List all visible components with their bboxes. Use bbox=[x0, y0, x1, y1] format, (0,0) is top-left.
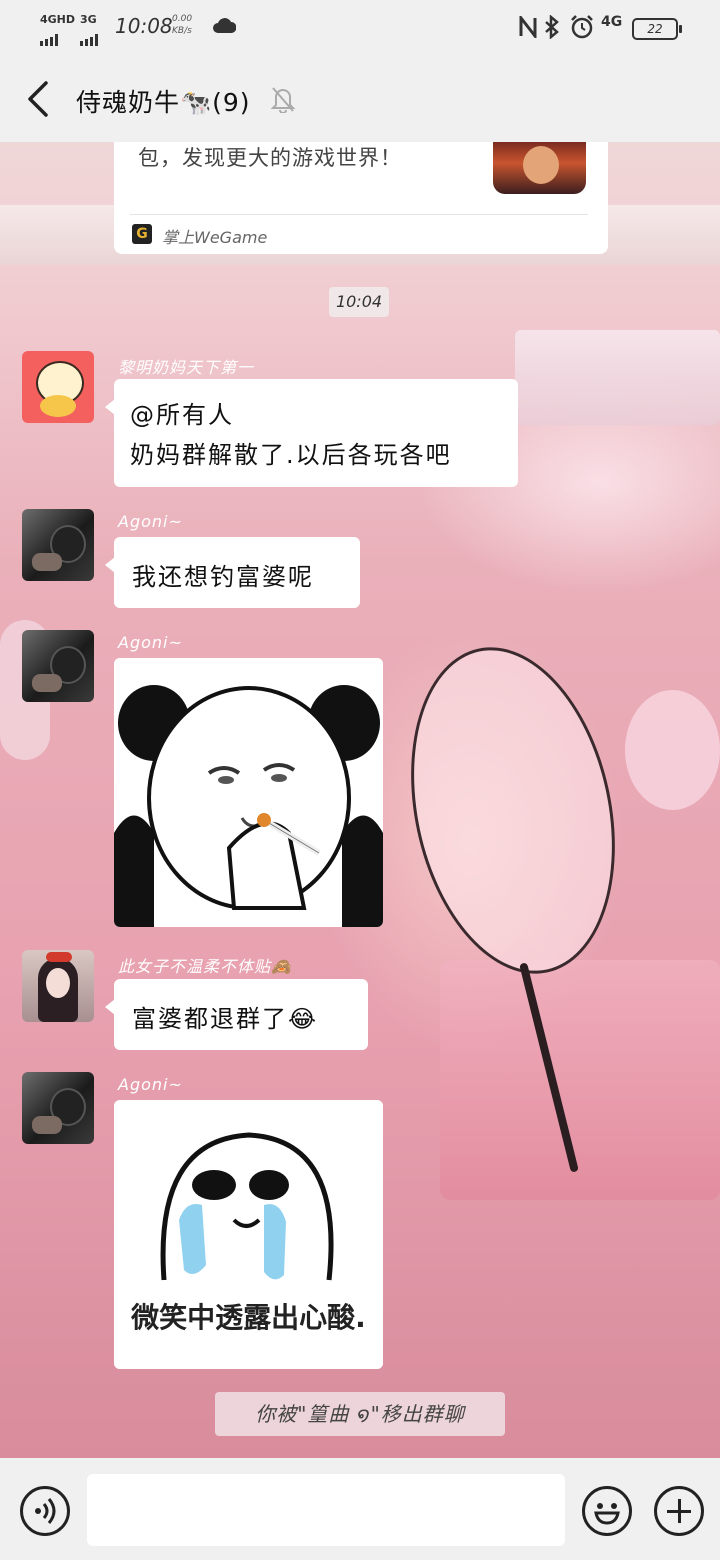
avatar[interactable] bbox=[22, 1072, 94, 1144]
message-bubble[interactable]: @所有人 奶妈群解散了.以后各玩各吧 bbox=[105, 379, 518, 487]
avatar-face bbox=[46, 968, 70, 998]
network-type-right: 4G bbox=[601, 14, 623, 30]
card-description: 包，发现更大的游戏世界！ bbox=[138, 146, 402, 170]
card-divider bbox=[130, 214, 588, 215]
network-type-2: 3G bbox=[80, 13, 97, 26]
time-divider: 10:04 bbox=[329, 287, 389, 317]
bell-off-icon bbox=[270, 87, 296, 113]
battery-icon: 22 bbox=[632, 18, 682, 40]
message-bubble[interactable]: 我还想钓富婆呢 bbox=[105, 537, 360, 608]
message-input[interactable] bbox=[87, 1474, 565, 1546]
status-bar: 4GHD 3G 10:08 0.00 KB/s 4G 22 bbox=[0, 0, 720, 55]
message-text-line: 奶妈群解散了.以后各玩各吧 bbox=[130, 441, 452, 469]
alarm-icon bbox=[571, 15, 593, 39]
panda-sticker-drawing bbox=[114, 658, 383, 927]
emoji-button[interactable] bbox=[582, 1486, 632, 1536]
card-thumbnail bbox=[493, 142, 586, 194]
voice-button[interactable] bbox=[20, 1486, 70, 1536]
network-speed: 0.00 KB/s bbox=[172, 13, 192, 37]
bluetooth-icon bbox=[545, 15, 559, 39]
signal-icon bbox=[40, 27, 60, 46]
network-speed-value: 0.00 bbox=[172, 14, 193, 24]
signal-icon bbox=[80, 27, 100, 46]
sticker-image-crying-smile[interactable]: 微笑中透露出心酸. bbox=[114, 1100, 383, 1369]
avatar[interactable] bbox=[22, 950, 94, 1022]
emoji-icon bbox=[594, 1503, 620, 1525]
background-plush-toy bbox=[625, 690, 720, 810]
avatar[interactable] bbox=[22, 509, 94, 581]
avatar-bow bbox=[46, 952, 72, 962]
nfc-icon bbox=[519, 16, 537, 38]
sticker-image-panda[interactable] bbox=[114, 658, 383, 927]
sender-name: Agoni~ bbox=[118, 633, 183, 652]
cloud-icon bbox=[213, 18, 236, 33]
message-bubble[interactable]: 富婆都退群了😂 bbox=[105, 979, 368, 1050]
network-type-1: 4GHD bbox=[40, 13, 76, 26]
shared-link-card[interactable]: 包，发现更大的游戏世界！ G 掌上WeGame bbox=[114, 142, 608, 254]
sender-name: 黎明奶妈天下第一 bbox=[118, 358, 255, 377]
background-air-conditioner bbox=[515, 330, 720, 425]
avatar-body bbox=[40, 395, 76, 417]
avatar-hand bbox=[32, 553, 62, 571]
chat-title[interactable]: 侍魂奶牛🐄(9) bbox=[76, 83, 251, 119]
voice-icon bbox=[35, 1498, 56, 1524]
background-bed bbox=[440, 960, 720, 1200]
sender-name: Agoni~ bbox=[118, 512, 183, 531]
background-hand-fan bbox=[382, 628, 644, 993]
chat-header: 侍魂奶牛🐄(9) bbox=[0, 55, 720, 142]
message-text: 富婆都退群了😂 bbox=[132, 1005, 319, 1033]
wegame-logo-icon: G bbox=[132, 224, 152, 244]
avatar-hand bbox=[32, 674, 62, 692]
plus-button[interactable] bbox=[654, 1486, 704, 1536]
sticker-caption: 微笑中透露出心酸. bbox=[131, 1301, 366, 1334]
avatar[interactable] bbox=[22, 630, 94, 702]
avatar-hand bbox=[32, 1116, 62, 1134]
sender-name: Agoni~ bbox=[118, 1075, 183, 1094]
input-bar bbox=[0, 1458, 720, 1560]
back-button[interactable] bbox=[20, 77, 60, 121]
message-text-line: @所有人 bbox=[130, 401, 234, 429]
clock: 10:08 bbox=[115, 14, 173, 38]
message-text: 我还想钓富婆呢 bbox=[132, 563, 314, 591]
sender-name: 此女子不温柔不体贴🙈 bbox=[118, 957, 292, 976]
system-notice: 你被"篁曲 ໑"移出群聊 bbox=[215, 1392, 505, 1436]
network-speed-unit: KB/s bbox=[172, 26, 192, 36]
battery-level: 22 bbox=[647, 22, 663, 36]
avatar[interactable] bbox=[22, 351, 94, 423]
card-source: 掌上WeGame bbox=[162, 228, 268, 247]
